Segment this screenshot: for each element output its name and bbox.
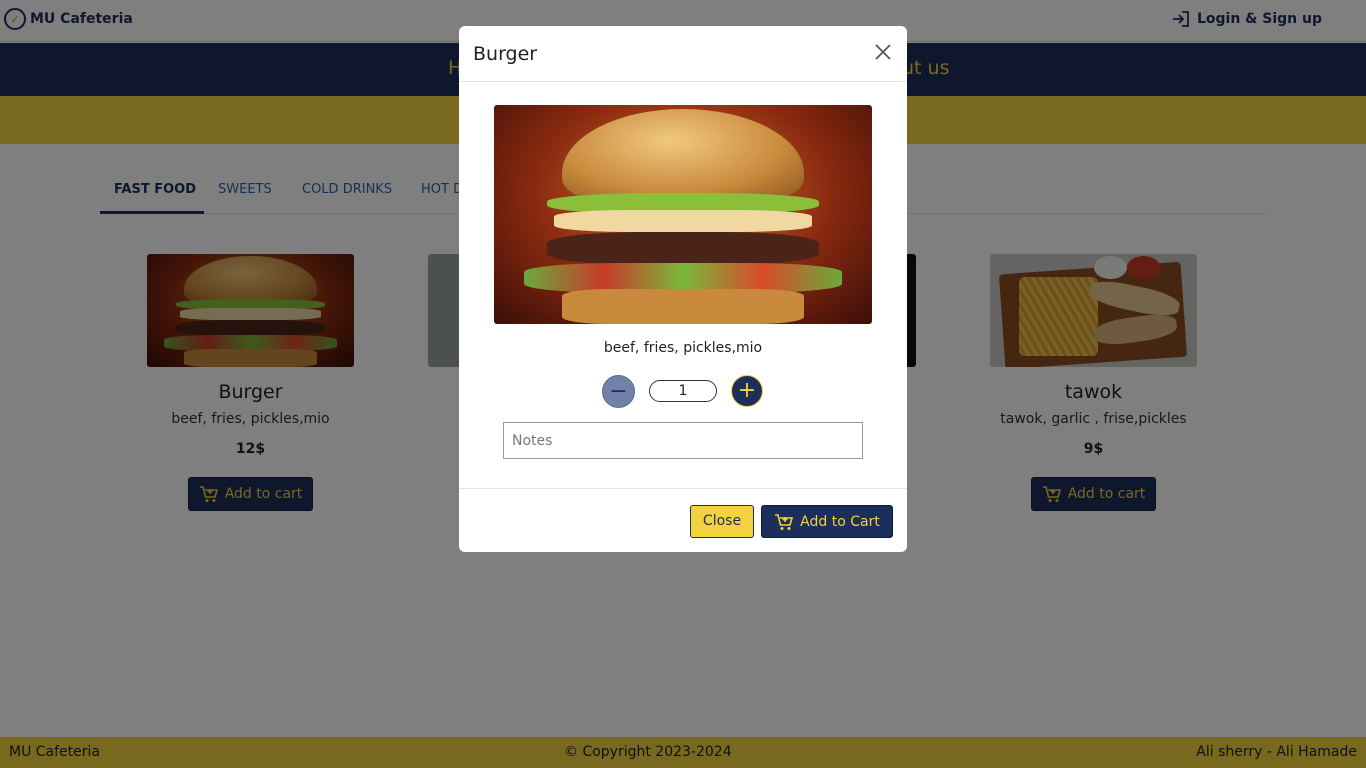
decrease-quantity-button[interactable]: − <box>602 375 635 408</box>
product-modal: Burger beef, fries, pickles,mio − 1 + Cl… <box>459 26 907 552</box>
notes-input[interactable] <box>503 422 863 459</box>
modal-description: beef, fries, pickles,mio <box>603 340 763 356</box>
quantity-input[interactable]: 1 <box>649 380 717 402</box>
modal-title: Burger <box>473 43 538 65</box>
modal-product-image <box>494 105 872 324</box>
cart-icon <box>775 513 794 530</box>
increase-quantity-button[interactable]: + <box>731 375 763 407</box>
close-button[interactable]: Close <box>690 505 754 538</box>
modal-header: Burger <box>459 26 907 82</box>
close-icon[interactable] <box>873 43 893 63</box>
modal-footer: Close Add to Cart <box>459 488 907 552</box>
add-to-cart-modal-label: Add to Cart <box>800 513 880 530</box>
add-to-cart-modal-button[interactable]: Add to Cart <box>761 505 893 538</box>
